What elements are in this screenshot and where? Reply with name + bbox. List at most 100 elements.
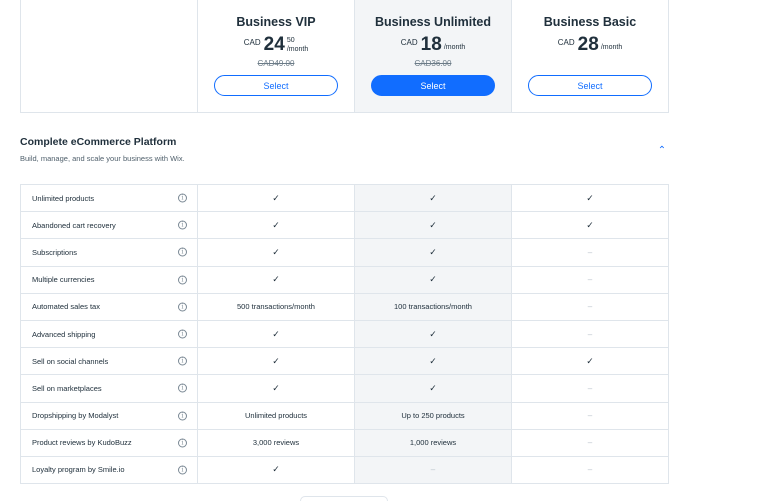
dash-icon: – — [587, 329, 593, 339]
info-icon[interactable]: i — [178, 383, 187, 393]
original-price: CAD36.00 — [414, 59, 452, 68]
feature-cell: – — [512, 293, 669, 320]
feature-name: Product reviews by KudoBuzz i — [20, 429, 198, 456]
info-icon[interactable]: i — [178, 438, 187, 448]
check-icon: ✓ — [429, 355, 437, 366]
info-icon[interactable]: i — [178, 302, 187, 312]
info-icon[interactable]: i — [178, 356, 187, 366]
feature-name: Loyalty program by Smile.io i — [20, 456, 198, 484]
feature-cell: ✓ — [198, 212, 355, 239]
feature-cell: – — [355, 456, 512, 484]
check-icon: ✓ — [272, 464, 280, 475]
feature-cell: ✓ — [355, 185, 512, 212]
feature-value: 3,000 reviews — [252, 438, 300, 448]
dash-icon: – — [587, 465, 593, 475]
plan-name: Business VIP — [236, 15, 316, 29]
feature-name: Subscriptions i — [20, 239, 198, 266]
feature-cell: ✓ — [198, 375, 355, 402]
feature-name: Multiple currencies i — [20, 266, 198, 293]
feature-cell: ✓ — [355, 239, 512, 266]
feature-cell: – — [512, 456, 669, 484]
select-business-vip-button[interactable]: Select — [214, 75, 338, 96]
table-row: Multiple currencies i ✓ ✓ – — [20, 266, 669, 294]
price-amount: 24 — [263, 34, 285, 55]
table-row: Advanced shipping i ✓ ✓ – — [20, 320, 669, 349]
info-icon[interactable]: i — [178, 247, 187, 257]
feature-cell: ✓ — [198, 266, 355, 293]
feature-cell: ✓ — [512, 212, 669, 239]
feature-cell: – — [512, 375, 669, 402]
check-icon: ✓ — [429, 219, 437, 230]
plan-business-unlimited: Business Unlimited CAD 18 /month CAD36.0… — [355, 0, 512, 113]
info-icon[interactable]: i — [178, 465, 187, 475]
feature-cell: – — [512, 402, 669, 429]
info-icon[interactable]: i — [178, 329, 187, 339]
info-icon[interactable]: i — [178, 275, 187, 285]
feature-cell: ✓ — [198, 185, 355, 212]
feature-label: Unlimited products — [32, 193, 95, 203]
feature-cell: ✓ — [198, 239, 355, 266]
check-icon: ✓ — [586, 192, 594, 203]
section-title: Complete eCommerce Platform — [20, 136, 177, 148]
feature-label: Subscriptions — [32, 247, 78, 257]
table-row: Sell on marketplaces i ✓ ✓ – — [20, 375, 669, 403]
feature-cell: ✓ — [355, 375, 512, 402]
check-icon: ✓ — [586, 355, 594, 366]
plans-header-spacer — [20, 0, 198, 113]
check-icon: ✓ — [586, 219, 594, 230]
section-header: Complete eCommerce Platform Build, manag… — [20, 136, 669, 163]
feature-cell: – — [512, 239, 669, 266]
table-row: Sell on social channels i ✓ ✓ ✓ — [20, 348, 669, 376]
select-business-basic-button[interactable]: Select — [528, 75, 652, 96]
feature-cell: 1,000 reviews — [355, 429, 512, 456]
price-currency: CAD — [400, 38, 418, 47]
feature-label: Dropshipping by Modalyst — [32, 411, 119, 421]
check-icon: ✓ — [272, 382, 280, 393]
price-amount: 28 — [577, 34, 599, 55]
table-row: Product reviews by KudoBuzz i 3,000 review… — [20, 429, 669, 457]
chevron-up-icon[interactable]: ⌃ — [655, 144, 669, 158]
check-icon: ✓ — [272, 328, 280, 339]
info-icon[interactable]: i — [178, 411, 187, 421]
dash-icon: – — [587, 383, 593, 393]
feature-cell: – — [512, 429, 669, 456]
feature-label: Multiple currencies — [32, 275, 95, 285]
plan-price: CAD 28 /month — [512, 35, 668, 55]
feature-value: 100 transactions/month — [394, 302, 472, 312]
feature-label: Abandoned cart recovery — [32, 220, 116, 230]
dash-icon: – — [587, 411, 593, 421]
select-business-unlimited-button[interactable]: Select — [371, 75, 495, 96]
feature-table: Unlimited products i ✓ ✓ ✓ Abandoned cart rec… — [20, 184, 669, 485]
feature-cell: ✓ — [512, 348, 669, 375]
feature-label: Loyalty program by Smile.io — [32, 465, 125, 475]
check-icon: ✓ — [272, 274, 280, 285]
check-icon: ✓ — [429, 274, 437, 285]
plans-header: Business VIP CAD 24 50 /month CAD49.00 S… — [20, 0, 669, 113]
feature-cell: – — [512, 320, 669, 348]
info-icon[interactable]: i — [178, 193, 187, 203]
info-icon[interactable]: i — [178, 220, 187, 230]
feature-name: Automated sales tax i — [20, 293, 198, 320]
table-row: Loyalty program by Smile.io i ✓ – – — [20, 456, 669, 485]
price-period: /month — [286, 46, 309, 53]
check-icon: ✓ — [272, 246, 280, 257]
feature-label: Sell on marketplaces — [32, 383, 102, 393]
price-period: /month — [443, 44, 466, 51]
section-subtitle: Build, manage, and scale your business w… — [20, 154, 185, 163]
feature-cell: ✓ — [198, 348, 355, 375]
feature-cell: Up to 250 products — [355, 402, 512, 429]
table-row: Abandoned cart recovery i ✓ ✓ ✓ — [20, 212, 669, 240]
price-period: /month — [600, 44, 623, 51]
feature-cell: ✓ — [355, 266, 512, 293]
feature-cell: 3,000 reviews — [198, 429, 355, 456]
feature-cell: ✓ — [355, 348, 512, 375]
feature-name: Sell on social channels i — [20, 348, 198, 375]
price-cents-wrap: 50 /month — [287, 35, 308, 54]
dash-icon: – — [587, 247, 593, 257]
check-icon: ✓ — [429, 328, 437, 339]
feature-name: Advanced shipping i — [20, 320, 198, 348]
dash-icon: – — [587, 302, 593, 312]
price-amount: 18 — [420, 34, 442, 55]
bottom-button-partial[interactable] — [300, 496, 388, 501]
plan-price: CAD 24 50 /month — [198, 35, 354, 55]
